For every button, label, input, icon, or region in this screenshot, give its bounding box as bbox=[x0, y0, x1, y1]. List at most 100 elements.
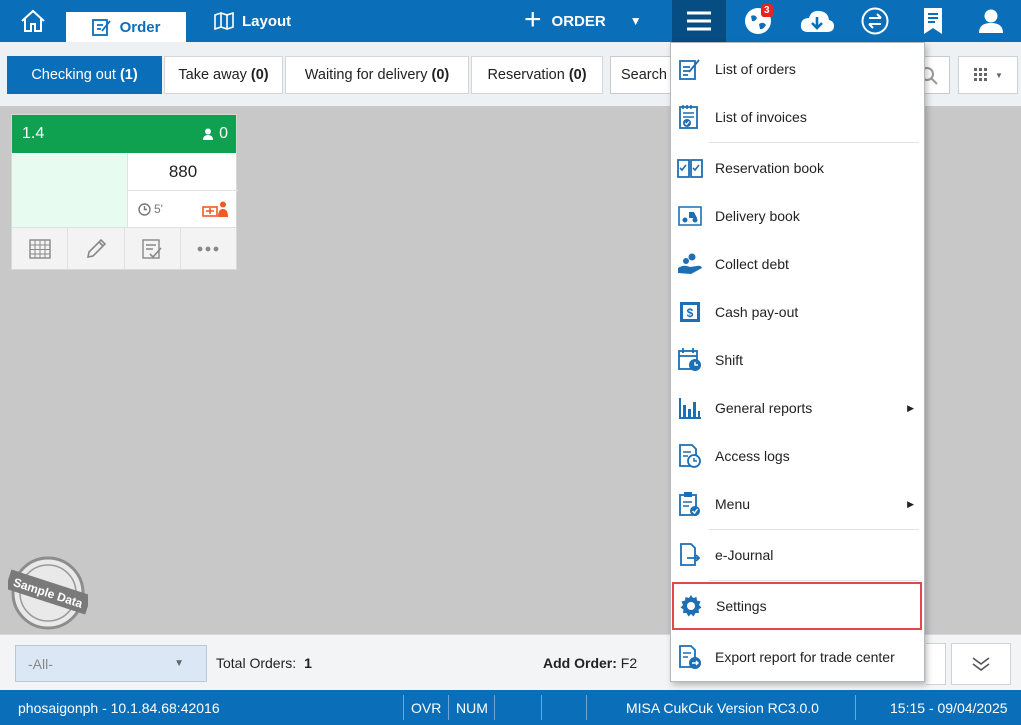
total-orders: Total Orders: 1 bbox=[216, 655, 312, 671]
menu-item-delivery-book[interactable]: Delivery book bbox=[671, 192, 924, 240]
delivery-icon bbox=[677, 203, 703, 229]
card-checkout-button[interactable] bbox=[125, 228, 181, 269]
journal-export-icon bbox=[677, 542, 703, 568]
cloud-download-icon bbox=[800, 10, 834, 32]
menu-item-label: e-Journal bbox=[715, 547, 774, 563]
order-card-actions bbox=[12, 227, 236, 269]
grid-icon bbox=[974, 68, 988, 81]
svg-text:$: $ bbox=[687, 306, 694, 320]
checklist-icon bbox=[142, 238, 162, 259]
order-amount: 880 bbox=[127, 153, 238, 191]
menu-item-label: Shift bbox=[715, 352, 744, 368]
menu-item-label: General reports bbox=[715, 400, 813, 416]
menu-item-list-of-orders[interactable]: List of orders bbox=[671, 45, 924, 93]
tab-take-away[interactable]: Take away (0) bbox=[164, 56, 283, 94]
num-indicator: NUM bbox=[456, 699, 488, 716]
chevron-down-icon: ▼ bbox=[995, 70, 1003, 80]
order-card-items-area bbox=[12, 153, 127, 227]
area-filter-select[interactable]: -All- ▼ bbox=[15, 645, 207, 682]
home-icon bbox=[21, 9, 45, 32]
book-icon bbox=[677, 155, 703, 181]
tab-layout-label: Layout bbox=[242, 12, 292, 30]
cash-icon: $ bbox=[677, 299, 703, 325]
tab-reservation[interactable]: Reservation (0) bbox=[471, 56, 603, 94]
add-order-key: F2 bbox=[620, 655, 638, 671]
elapsed-time: 5' bbox=[154, 202, 163, 216]
order-card[interactable]: 1.4 0 880 5' bbox=[11, 114, 238, 270]
table-grid-icon bbox=[28, 238, 51, 259]
tab-waiting-delivery-label: Waiting for delivery bbox=[304, 67, 428, 83]
invoice-icon bbox=[677, 104, 703, 130]
plus-icon: + bbox=[524, 2, 542, 36]
menu-item-menu[interactable]: Menu ▶ bbox=[671, 480, 924, 528]
more-icon bbox=[197, 246, 219, 251]
guest-count: 0 bbox=[203, 125, 228, 143]
menu-item-label: Delivery book bbox=[715, 208, 800, 224]
tab-layout[interactable]: Layout bbox=[214, 0, 314, 42]
menu-item-collect-debt[interactable]: Collect debt bbox=[671, 240, 924, 288]
tab-take-away-label: Take away bbox=[178, 67, 247, 83]
tab-waiting-delivery[interactable]: Waiting for delivery (0) bbox=[285, 56, 469, 94]
calendar-clock-icon bbox=[677, 347, 703, 373]
view-mode-button[interactable]: ▼ bbox=[958, 56, 1018, 94]
menu-item-label: Menu bbox=[715, 496, 751, 512]
hamburger-icon bbox=[687, 11, 711, 31]
chevron-down-icon[interactable]: ▼ bbox=[630, 14, 642, 28]
menu-item-access-logs[interactable]: Access logs bbox=[671, 432, 924, 480]
bar-chart-icon bbox=[677, 395, 703, 421]
menu-item-label: Access logs bbox=[715, 448, 790, 464]
home-button[interactable] bbox=[0, 0, 66, 42]
submenu-arrow-icon: ▶ bbox=[907, 498, 914, 509]
menu-item-list-of-invoices[interactable]: List of invoices bbox=[671, 93, 924, 141]
order-card-header: 1.4 0 bbox=[12, 115, 236, 153]
total-orders-label: Total Orders: bbox=[216, 655, 297, 671]
tab-checking-out-label: Checking out bbox=[31, 67, 116, 83]
submenu-arrow-icon: ▶ bbox=[907, 402, 914, 413]
status-bar: phosaigonph - 10.1.84.68:42016 OVR NUM M… bbox=[0, 690, 1021, 725]
notification-badge: 3 bbox=[761, 4, 773, 17]
menu-item-general-reports[interactable]: General reports ▶ bbox=[671, 384, 924, 432]
swap-icon bbox=[861, 7, 889, 35]
notifications-button[interactable]: 3 bbox=[733, 0, 783, 42]
tab-reservation-count: (0) bbox=[568, 67, 587, 83]
add-order-shortcut: Add Order: F2 bbox=[543, 655, 637, 671]
menu-item-reservation-book[interactable]: Reservation book bbox=[671, 144, 924, 192]
order-elapsed: 5' bbox=[127, 191, 238, 227]
coins-hand-icon bbox=[677, 251, 703, 277]
card-calculator-button[interactable] bbox=[12, 228, 69, 269]
menu-item-export-report-trade-center[interactable]: Export report for trade center bbox=[671, 633, 924, 681]
sync-download-button[interactable] bbox=[792, 0, 842, 42]
menu-item-shift[interactable]: Shift bbox=[671, 336, 924, 384]
user-icon bbox=[979, 9, 1003, 33]
menu-item-label: Reservation book bbox=[715, 160, 824, 176]
edit-list-icon bbox=[677, 56, 703, 82]
order-card-body: 880 5' bbox=[12, 153, 238, 227]
menu-item-e-journal[interactable]: e-Journal bbox=[671, 531, 924, 579]
log-clock-icon bbox=[677, 443, 703, 469]
menu-item-label: Export report for trade center bbox=[715, 649, 895, 665]
menu-item-label: Collect debt bbox=[715, 256, 789, 272]
menu-item-settings[interactable]: Settings bbox=[672, 582, 922, 630]
menu-item-cash-pay-out[interactable]: $ Cash pay-out bbox=[671, 288, 924, 336]
user-account-button[interactable] bbox=[966, 0, 1016, 42]
tab-checking-out-count: (1) bbox=[119, 67, 138, 83]
card-edit-button[interactable] bbox=[68, 228, 125, 269]
card-more-button[interactable] bbox=[181, 228, 236, 269]
expand-button[interactable] bbox=[951, 643, 1011, 685]
tab-checking-out[interactable]: Checking out (1) bbox=[7, 56, 162, 94]
main-menu-button[interactable] bbox=[672, 0, 726, 42]
new-order-button[interactable]: + ORDER ▼ bbox=[524, 0, 642, 42]
ovr-indicator: OVR bbox=[411, 699, 442, 716]
menu-item-label: Cash pay-out bbox=[715, 304, 799, 320]
menu-item-label: List of orders bbox=[715, 61, 796, 77]
transfer-button[interactable] bbox=[850, 0, 900, 42]
tab-order[interactable]: Order bbox=[66, 8, 186, 42]
server-info: phosaigonph - 10.1.84.68:42016 bbox=[18, 699, 220, 716]
footer-button-partial[interactable] bbox=[926, 643, 946, 685]
bookmark-button[interactable] bbox=[908, 0, 958, 42]
pencil-icon bbox=[86, 238, 107, 258]
map-icon bbox=[214, 12, 234, 30]
double-chevron-down-icon bbox=[972, 657, 990, 671]
main-menu-dropdown: List of orders List of invoices Reservat… bbox=[670, 42, 925, 682]
area-filter-value: -All- bbox=[28, 655, 53, 672]
